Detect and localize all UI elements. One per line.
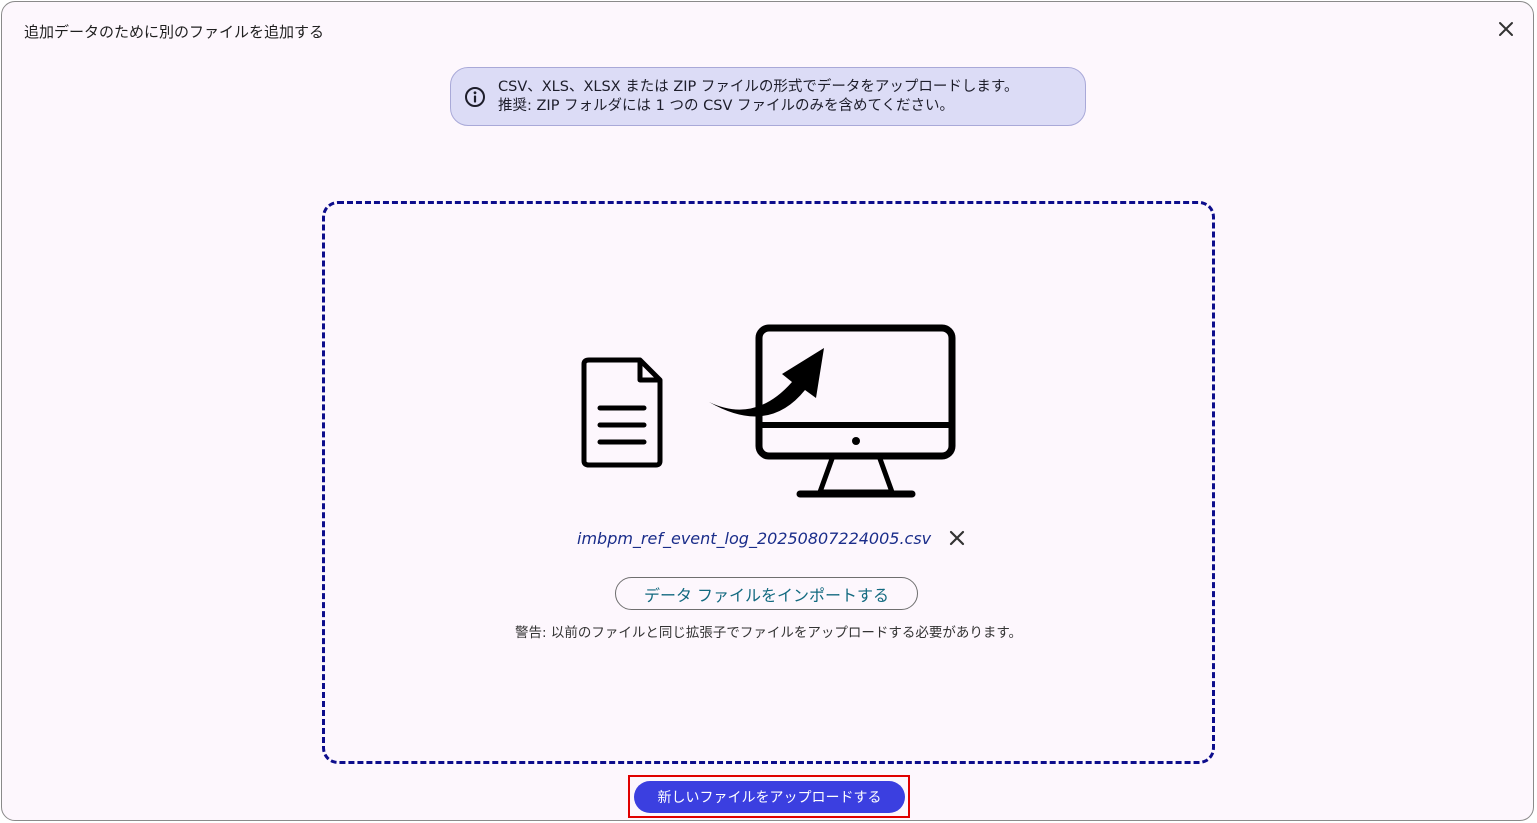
upload-arrow-icon	[709, 348, 824, 417]
import-data-file-button[interactable]: データ ファイルをインポートする	[615, 577, 918, 610]
remove-file-icon[interactable]	[948, 529, 966, 547]
info-line-recommendation: 推奨: ZIP フォルダには 1 つの CSV ファイルのみを含めてください。	[498, 97, 955, 114]
info-line-formats: CSV、XLS、XLSX または ZIP ファイルの形式でデータをアップロードし…	[498, 78, 1019, 95]
info-banner: CSV、XLS、XLSX または ZIP ファイルの形式でデータをアップロードし…	[450, 67, 1086, 126]
selected-file-row: imbpm_ref_event_log_20250807224005.csv	[577, 525, 966, 551]
upload-dialog: 追加データのために別のファイルを追加する CSV、XLS、XLSX または ZI…	[1, 1, 1534, 821]
extension-warning: 警告: 以前のファイルと同じ拡張子でファイルをアップロードする必要があります。	[515, 625, 1022, 641]
close-icon	[1499, 22, 1513, 36]
upload-new-file-button[interactable]: 新しいファイルをアップロードする	[634, 781, 905, 813]
monitor-icon	[755, 324, 956, 498]
close-button[interactable]	[1494, 17, 1518, 41]
upload-illustration	[581, 324, 956, 498]
dialog-title: 追加データのために別のファイルを追加する	[24, 23, 325, 41]
info-icon	[465, 86, 485, 107]
info-text: CSV、XLS、XLSX または ZIP ファイルの形式でデータをアップロードし…	[498, 78, 1018, 116]
document-icon	[581, 357, 663, 468]
selected-file-name: imbpm_ref_event_log_20250807224005.csv	[577, 528, 932, 548]
